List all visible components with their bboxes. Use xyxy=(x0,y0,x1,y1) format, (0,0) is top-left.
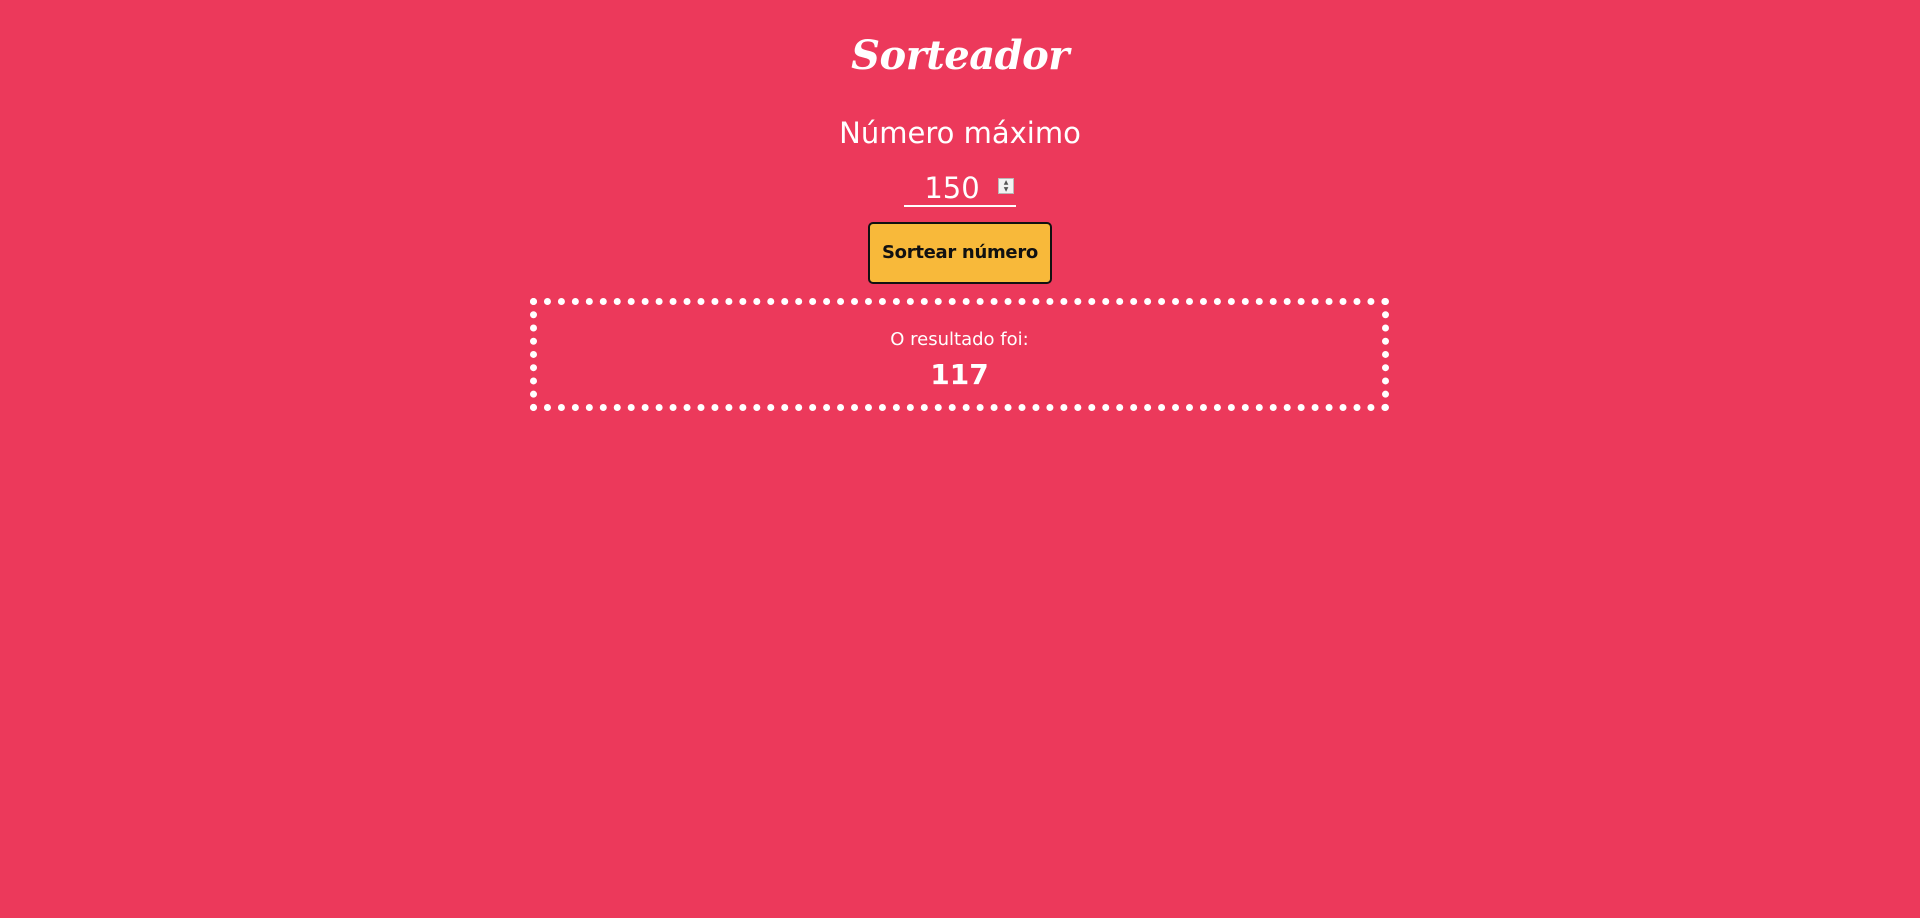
max-number-label: Número máximo xyxy=(839,116,1081,150)
draw-number-button[interactable]: Sortear número xyxy=(868,222,1052,284)
result-value: 117 xyxy=(930,358,989,391)
result-label: O resultado foi: xyxy=(890,329,1029,350)
spinner-up-icon[interactable]: ▲ xyxy=(999,179,1013,186)
page-title: Sorteador xyxy=(851,32,1069,79)
app-root: Sorteador Número máximo 150 ▲ ▼ Sortear … xyxy=(0,0,1920,918)
max-number-value[interactable]: 150 xyxy=(904,169,1000,207)
number-spinner-icon[interactable]: ▲ ▼ xyxy=(998,178,1014,194)
result-box: O resultado foi: 117 xyxy=(530,298,1389,411)
spinner-down-icon[interactable]: ▼ xyxy=(999,186,1013,193)
max-number-input[interactable]: 150 ▲ ▼ xyxy=(904,169,1016,207)
